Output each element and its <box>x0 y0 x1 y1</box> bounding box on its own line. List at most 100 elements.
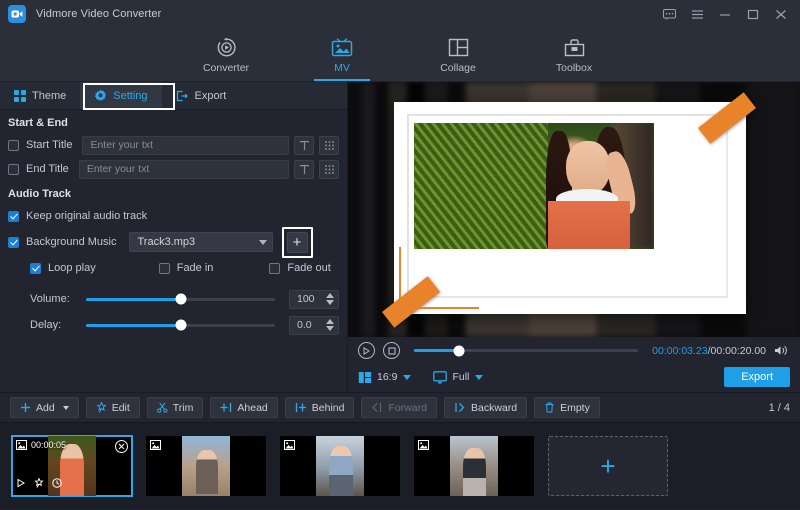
export-button[interactable]: Export <box>724 367 790 387</box>
speaker-icon <box>774 344 790 357</box>
close-icon <box>775 9 787 20</box>
scissors-icon <box>157 402 168 413</box>
add-track-annotation: + <box>282 227 313 258</box>
add-clip-tile[interactable]: + <box>548 436 668 496</box>
nav-item-mv[interactable]: MV <box>305 29 379 81</box>
playback-progress-thumb[interactable] <box>453 345 464 356</box>
nav-item-converter[interactable]: Converter <box>189 29 263 81</box>
fade-out-checkbox[interactable] <box>269 263 280 274</box>
nav-item-toolbox[interactable]: Toolbox <box>537 29 611 81</box>
volume-stepper-arrows[interactable] <box>326 292 334 307</box>
section-audio-track-title: Audio Track <box>0 181 347 204</box>
tab-export[interactable]: Export <box>162 82 241 109</box>
tab-setting[interactable]: Setting <box>80 82 161 109</box>
volume-button[interactable] <box>774 344 790 357</box>
track-select-value: Track3.mp3 <box>138 236 196 248</box>
tab-theme[interactable]: Theme <box>0 82 80 109</box>
resize-handle-tr[interactable] <box>695 134 704 152</box>
delay-slider-thumb[interactable] <box>175 320 186 331</box>
clip-tools-1 <box>16 475 62 493</box>
keep-original-audio-checkbox[interactable] <box>8 211 19 222</box>
clip-badge-3 <box>284 440 299 450</box>
add-track-button[interactable]: + <box>287 232 308 253</box>
aspect-ratio-chevron-down-icon[interactable] <box>403 375 411 380</box>
end-title-grid-button[interactable] <box>319 160 339 179</box>
maximize-button[interactable] <box>740 2 766 26</box>
player-controls: 00:00:03.23/00:00:20.00 <box>348 337 800 392</box>
clip-thumbnail-2[interactable] <box>146 436 266 496</box>
empty-button[interactable]: Empty <box>534 397 600 418</box>
end-title-checkbox[interactable] <box>8 164 19 175</box>
minimize-button[interactable] <box>712 2 738 26</box>
background-music-row: Background Music Track3.mp3 + <box>0 228 347 256</box>
keep-original-audio-row: Keep original audio track <box>0 204 347 228</box>
play-button[interactable] <box>358 342 375 359</box>
start-title-grid-button[interactable] <box>319 136 339 155</box>
current-time: 00:00:03.23 <box>652 345 707 357</box>
keep-original-audio-label: Keep original audio track <box>26 210 147 222</box>
end-title-text-format-button[interactable] <box>294 160 314 179</box>
start-title-text-format-button[interactable] <box>294 136 314 155</box>
preview-photo <box>414 123 654 249</box>
volume-slider[interactable] <box>86 298 275 301</box>
close-button[interactable] <box>768 2 794 26</box>
preview-area: 00:00:03.23/00:00:20.00 <box>348 82 800 392</box>
aspect-ratio-control[interactable]: 16:9 <box>358 371 397 384</box>
track-select-wrap: Track3.mp3 <box>129 232 273 252</box>
close-handle-icon[interactable] <box>438 256 448 274</box>
clip-close-button-1[interactable] <box>115 440 128 453</box>
ahead-button[interactable]: Ahead <box>210 397 277 418</box>
text-format-icon <box>299 164 310 175</box>
screen-mode-control[interactable]: Full <box>433 371 469 384</box>
feedback-button[interactable] <box>656 2 682 26</box>
add-chevron-down-icon[interactable] <box>63 406 69 410</box>
behind-button[interactable]: Behind <box>285 397 355 418</box>
clip-thumbnail-3[interactable] <box>280 436 400 496</box>
gear-icon <box>94 89 107 102</box>
fade-in-checkbox[interactable] <box>159 263 170 274</box>
image-icon <box>150 440 161 450</box>
player-options-row: 16:9 Full Export <box>358 364 790 390</box>
volume-slider-thumb[interactable] <box>175 294 186 305</box>
nav-item-collage[interactable]: Collage <box>421 29 495 81</box>
add-button-label: Add <box>36 402 55 414</box>
start-title-input[interactable] <box>82 136 289 155</box>
clip-thumbnail-4[interactable] <box>414 436 534 496</box>
playback-progress[interactable] <box>414 349 638 352</box>
clip-thumbnail-1[interactable]: 00:00:05 <box>12 436 132 496</box>
delay-stepper[interactable]: 0.0 <box>289 316 339 335</box>
clip-badge-2 <box>150 440 165 450</box>
forward-button-label: Forward <box>388 402 427 414</box>
converter-icon <box>216 37 237 59</box>
add-button[interactable]: Add <box>10 397 79 418</box>
volume-label: Volume: <box>30 293 86 305</box>
stop-button[interactable] <box>383 342 400 359</box>
clip-play-button[interactable] <box>16 475 26 493</box>
edit-button-label: Edit <box>112 402 130 414</box>
menu-button[interactable] <box>684 2 710 26</box>
monitor-icon <box>433 371 447 384</box>
backward-button[interactable]: Backward <box>444 397 527 418</box>
track-select[interactable]: Track3.mp3 <box>129 232 273 252</box>
start-title-checkbox[interactable] <box>8 140 19 151</box>
loop-play-checkbox[interactable] <box>30 263 41 274</box>
close-icon <box>118 443 125 450</box>
delay-slider[interactable] <box>86 324 275 327</box>
volume-value: 100 <box>297 293 315 305</box>
delay-value: 0.0 <box>297 319 312 331</box>
clip-edit-button[interactable] <box>34 475 44 493</box>
trim-button[interactable]: Trim <box>147 397 204 418</box>
clip-duration-1: 00:00:05 <box>31 440 66 450</box>
edit-button[interactable]: Edit <box>86 397 140 418</box>
clip-duration-button[interactable] <box>52 475 62 493</box>
background-music-checkbox[interactable] <box>8 237 19 248</box>
volume-stepper[interactable]: 100 <box>289 290 339 309</box>
resize-handle-br[interactable] <box>715 278 724 296</box>
delay-stepper-arrows[interactable] <box>326 318 334 333</box>
forward-button[interactable]: Forward <box>361 397 437 418</box>
resize-handle-bl[interactable] <box>421 248 430 266</box>
stepper-down-icon <box>326 326 334 331</box>
screen-mode-chevron-down-icon[interactable] <box>475 375 483 380</box>
move-forward-icon <box>371 402 383 413</box>
end-title-input[interactable] <box>79 160 289 179</box>
